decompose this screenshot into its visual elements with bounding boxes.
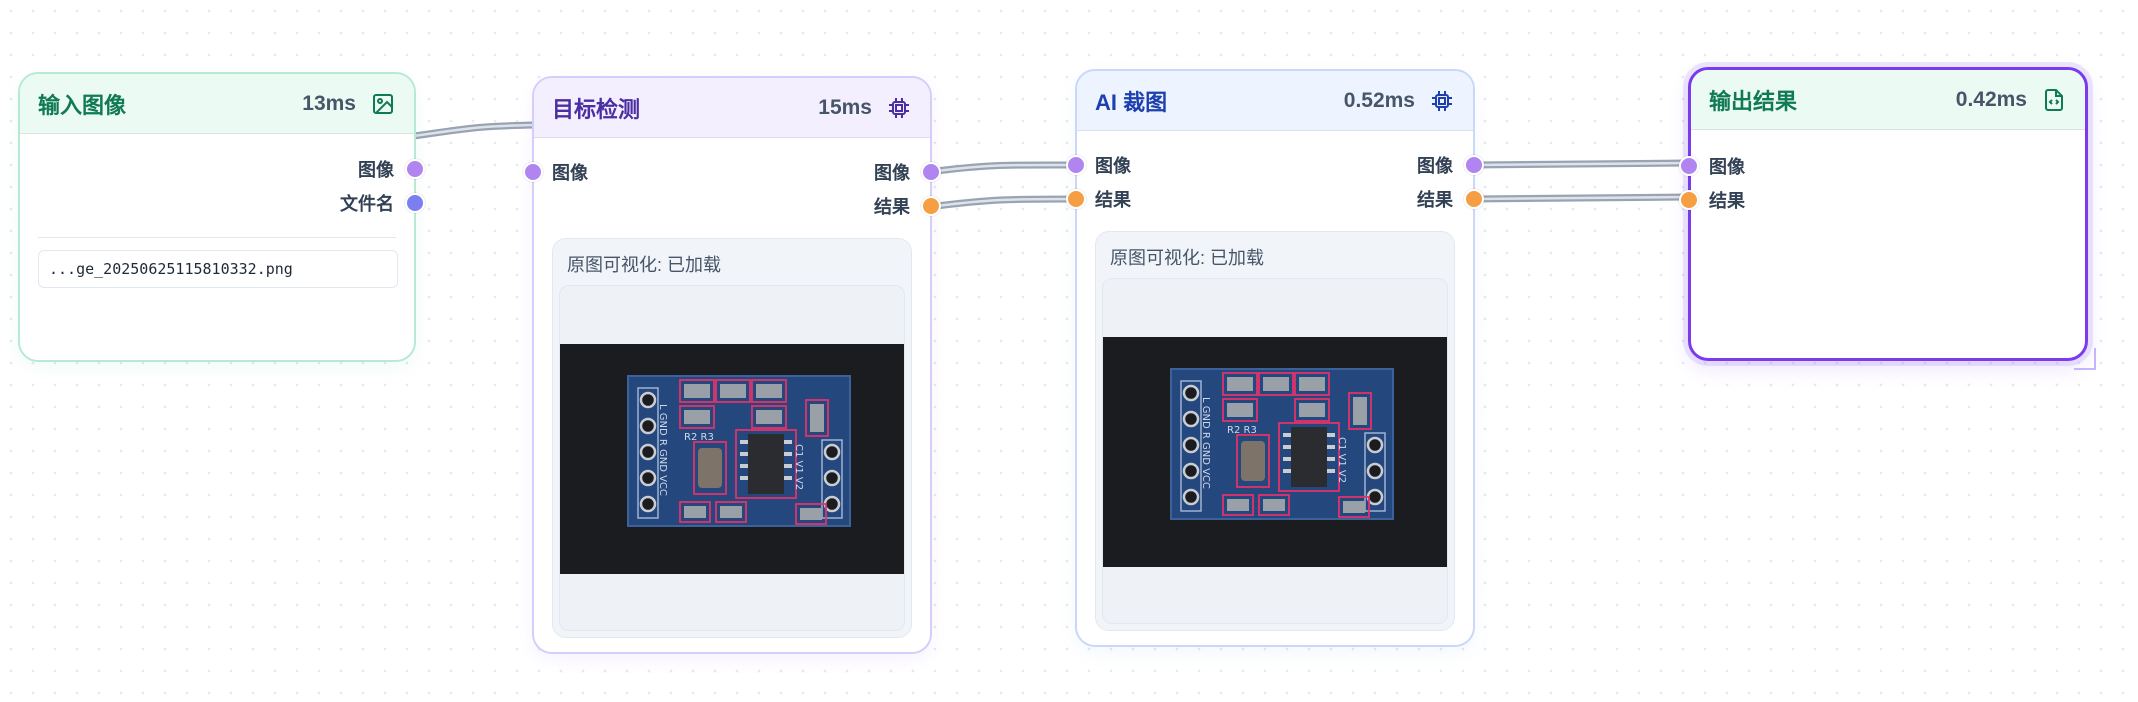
node-title: 输出结果 <box>1709 88 1798 114</box>
svg-text:L GND R GND VCC: L GND R GND VCC <box>1200 397 1211 489</box>
pcb-detection-image: L GND R GND VCC R2 R3 C1 V1 V2 <box>560 344 904 574</box>
chip-icon <box>1429 88 1455 114</box>
node-output-result[interactable]: 输出结果 0.42ms 图像 结果 <box>1679 67 2088 361</box>
input-handle-image[interactable] <box>1679 156 1699 176</box>
output-handle-image[interactable] <box>405 159 425 179</box>
edge-detect-crop-result[interactable] <box>925 195 1081 211</box>
preview-label: 原图可视化: 已加载 <box>1110 248 1265 268</box>
node-input-image[interactable]: 输入图像 13ms 图像 文件名 ...ge_20250625115810332… <box>18 72 425 362</box>
node-header[interactable]: 输入图像 13ms <box>20 74 414 134</box>
svg-text:C1 V1 V2: C1 V1 V2 <box>1336 437 1347 483</box>
svg-text:C1 V1 V2: C1 V1 V2 <box>793 444 804 490</box>
port-label: 图像 <box>1709 157 1745 177</box>
input-port-result[interactable]: 结果 <box>1095 186 1131 212</box>
output-port-image[interactable]: 图像 <box>1417 152 1453 178</box>
chip-icon <box>886 95 912 121</box>
divider <box>38 237 396 238</box>
image-icon <box>370 91 396 117</box>
edge-detect-crop-image[interactable] <box>925 161 1081 176</box>
preview-frame[interactable]: L GND R GND VCC R2 R3 C1 V1 V2 <box>1102 278 1448 624</box>
preview-panel: 原图可视化: 已加载 L GND R GND VCC R2 R3 C1 V1 V… <box>552 238 912 638</box>
node-exec-time: 0.42ms <box>1955 87 2027 111</box>
preview-frame[interactable]: L GND R GND VCC R2 R3 C1 V1 V2 <box>559 285 905 631</box>
output-port-image[interactable]: 图像 <box>874 159 910 185</box>
port-label: 图像 <box>874 163 910 183</box>
node-header[interactable]: AI 裁图 0.52ms <box>1077 71 1473 131</box>
port-label: 结果 <box>1709 191 1745 211</box>
output-port-image[interactable]: 图像 <box>358 156 394 182</box>
node-exec-time: 13ms <box>302 91 356 115</box>
input-handle-result[interactable] <box>1679 190 1699 210</box>
resize-handle[interactable] <box>2074 348 2096 370</box>
input-handle-image[interactable] <box>1066 155 1086 175</box>
output-handle-result[interactable] <box>921 196 941 216</box>
port-label: 图像 <box>358 160 394 180</box>
port-label: 图像 <box>1417 156 1453 176</box>
output-handle-result[interactable] <box>1464 189 1484 209</box>
svg-text:R2 R3: R2 R3 <box>1227 425 1257 436</box>
output-port-filename[interactable]: 文件名 <box>340 190 394 216</box>
node-title: 目标检测 <box>552 96 641 122</box>
output-handle-filename[interactable] <box>405 193 425 213</box>
workflow-canvas[interactable]: 输入图像 13ms 图像 文件名 ...ge_20250625115810332… <box>0 0 2138 702</box>
input-handle-result[interactable] <box>1066 189 1086 209</box>
input-port-image[interactable]: 图像 <box>552 159 588 185</box>
port-label: 图像 <box>552 163 588 183</box>
input-handle-image[interactable] <box>523 162 543 182</box>
preview-label: 原图可视化: 已加载 <box>567 255 722 275</box>
output-port-result[interactable]: 结果 <box>1417 186 1453 212</box>
edge-crop-output-image[interactable] <box>1469 159 1692 169</box>
node-title: AI 裁图 <box>1095 89 1168 115</box>
node-object-detection[interactable]: 目标检测 15ms 图像 图像 结果 原图可视化: 已加载 L GND R GN… <box>523 76 941 654</box>
input-port-image[interactable]: 图像 <box>1709 153 1745 179</box>
filename-text: ...ge_20250625115810332.png <box>49 260 293 278</box>
output-port-result[interactable]: 结果 <box>874 193 910 219</box>
port-label: 结果 <box>1417 190 1453 210</box>
output-handle-image[interactable] <box>1464 155 1484 175</box>
port-label: 结果 <box>1095 190 1131 210</box>
input-port-image[interactable]: 图像 <box>1095 152 1131 178</box>
output-handle-image[interactable] <box>921 162 941 182</box>
port-label: 文件名 <box>340 194 394 214</box>
svg-text:L GND R GND VCC: L GND R GND VCC <box>657 404 668 496</box>
port-label: 图像 <box>1095 156 1131 176</box>
node-ai-crop[interactable]: AI 裁图 0.52ms 图像 结果 图像 结果 原图可视化: 已加载 L GN… <box>1066 69 1484 647</box>
pcb-crop-image: L GND R GND VCC R2 R3 C1 V1 V2 <box>1103 337 1447 567</box>
edge-input-detect[interactable] <box>410 121 539 140</box>
node-exec-time: 0.52ms <box>1343 88 1415 112</box>
input-port-result[interactable]: 结果 <box>1709 187 1745 213</box>
node-header[interactable]: 输出结果 0.42ms <box>1691 70 2085 130</box>
node-exec-time: 15ms <box>818 95 872 119</box>
file-code-icon <box>2041 87 2067 113</box>
port-label: 结果 <box>874 197 910 217</box>
filename-field[interactable]: ...ge_20250625115810332.png <box>38 250 398 288</box>
node-title: 输入图像 <box>38 92 127 118</box>
edge-crop-output-result[interactable] <box>1469 193 1692 203</box>
node-header[interactable]: 目标检测 15ms <box>534 78 930 138</box>
svg-text:R2 R3: R2 R3 <box>684 432 714 443</box>
preview-panel: 原图可视化: 已加载 L GND R GND VCC R2 R3 C1 V1 V… <box>1095 231 1455 631</box>
